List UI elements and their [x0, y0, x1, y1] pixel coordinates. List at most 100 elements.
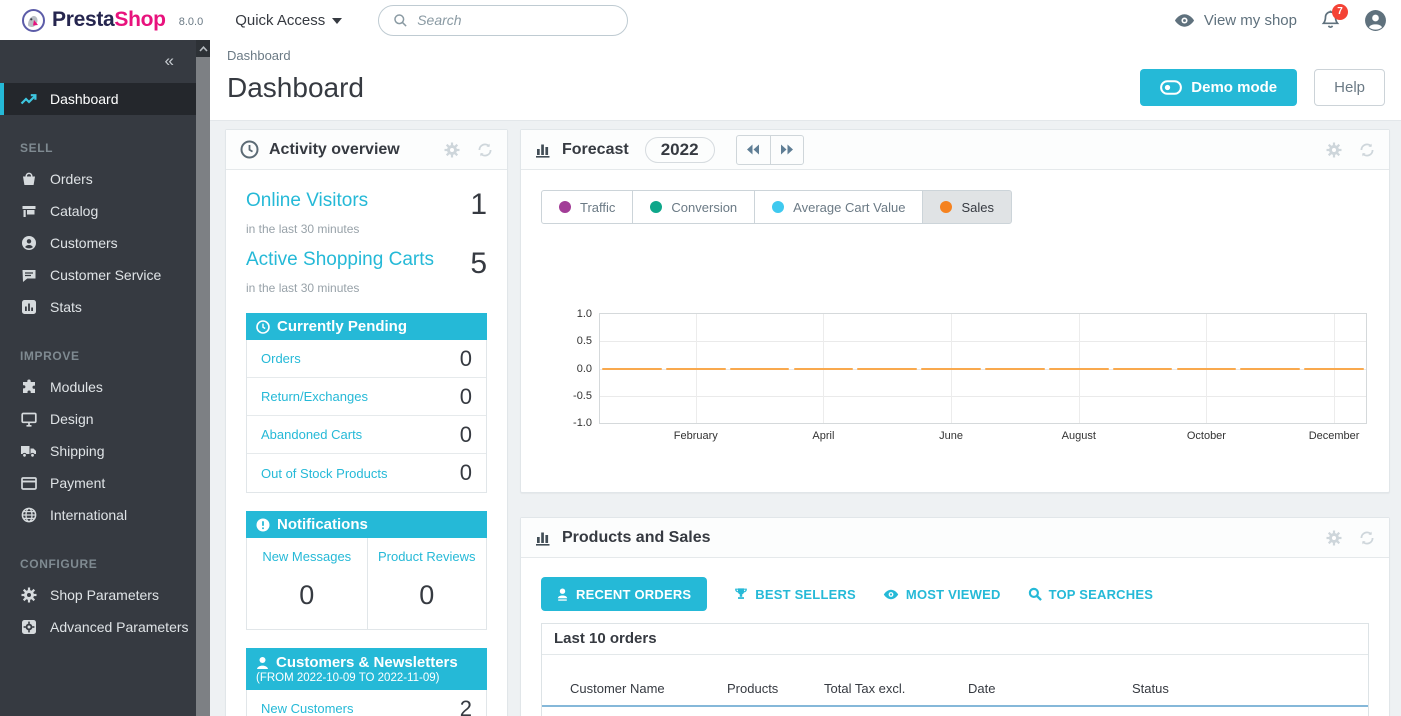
metric-caption: in the last 30 minutes: [246, 222, 487, 236]
cell-label-link[interactable]: Product Reviews: [372, 549, 483, 564]
gear-icon[interactable]: [444, 142, 460, 158]
year-pill: 2022: [645, 137, 715, 163]
series-line-segment: [921, 368, 981, 370]
table-row: [542, 706, 1368, 716]
page-title: Dashboard: [227, 72, 364, 104]
quick-access-menu[interactable]: Quick Access: [235, 12, 342, 29]
prestashop-admin-page: PrestaShop 8.0.0 Quick Access View my sh…: [0, 0, 1401, 716]
next-year-button[interactable]: [770, 136, 803, 164]
sidebar-item-customer-service[interactable]: Customer Service: [0, 259, 196, 291]
sidebar-item-label: Catalog: [50, 203, 98, 219]
gear-icon[interactable]: [1326, 142, 1342, 158]
tab-average-cart-value[interactable]: Average Cart Value: [754, 190, 923, 224]
tab-most-viewed[interactable]: MOST VIEWED: [883, 587, 1001, 602]
refresh-icon[interactable]: [1359, 530, 1375, 546]
sidebar-item-stats[interactable]: Stats: [0, 291, 196, 323]
gear-icon[interactable]: [1326, 530, 1342, 546]
metric-value: 1: [470, 190, 487, 220]
sidebar-section-improve: IMPROVE Modules Design Shipping Payment: [0, 343, 196, 531]
x-axis-tick-label: August: [1062, 430, 1096, 442]
sidebar-item-catalog[interactable]: Catalog: [0, 195, 196, 227]
clock-icon: [256, 320, 270, 334]
sidebar: « Dashboard SELL Orders Catalog: [0, 40, 196, 716]
row-value: 0: [460, 384, 472, 410]
sidebar-item-international[interactable]: International: [0, 499, 196, 531]
section-label: CONFIGURE: [0, 551, 196, 579]
brand[interactable]: PrestaShop 8.0.0: [22, 8, 203, 32]
metric-caption: in the last 30 minutes: [246, 281, 487, 295]
chart-icon: [535, 529, 552, 546]
row-label-link[interactable]: New Customers: [261, 701, 353, 716]
notifications-button[interactable]: 7: [1321, 10, 1340, 31]
forecast-metric-tabs: Traffic Conversion Average Cart Value: [541, 190, 1389, 224]
customers-row-new-customers: New Customers 2: [247, 690, 486, 716]
row-value: 0: [460, 422, 472, 448]
clock-icon: [240, 140, 259, 159]
sidebar-item-design[interactable]: Design: [0, 403, 196, 435]
sidebar-item-shop-parameters[interactable]: Shop Parameters: [0, 579, 196, 611]
column-header-date: Date: [968, 655, 1132, 706]
search-input[interactable]: [417, 12, 613, 28]
table-title: Last 10 orders: [542, 624, 1368, 655]
sidebar-item-shipping[interactable]: Shipping: [0, 435, 196, 467]
globe-icon: [20, 507, 37, 523]
toggle-icon: [1160, 80, 1182, 95]
search-bar: [378, 5, 628, 36]
tab-conversion[interactable]: Conversion: [632, 190, 755, 224]
customers-rows: New Customers 2 New Subscriptions 0: [246, 690, 487, 716]
sidebar-item-modules[interactable]: Modules: [0, 371, 196, 403]
forecast-plot: 1.00.50.0-0.5-1.0FebruaryAprilJuneAugust…: [600, 314, 1366, 423]
series-line-segment: [1113, 368, 1173, 370]
cell-label-link[interactable]: New Messages: [251, 549, 363, 564]
sidebar-item-payment[interactable]: Payment: [0, 467, 196, 499]
sidebar-scrollbar[interactable]: [196, 40, 210, 716]
breadcrumb[interactable]: Dashboard: [227, 48, 1385, 63]
metric-label-link[interactable]: Active Shopping Carts: [246, 249, 434, 271]
tab-traffic[interactable]: Traffic: [541, 190, 633, 224]
sidebar-item-orders[interactable]: Orders: [0, 163, 196, 195]
row-label-link[interactable]: Out of Stock Products: [261, 466, 387, 481]
sidebar-item-label: Shipping: [50, 443, 105, 459]
tab-sales[interactable]: Sales: [922, 190, 1012, 224]
notif-cell-new-messages: New Messages 0: [247, 538, 367, 629]
previous-year-button[interactable]: [737, 136, 770, 164]
last-orders-box: Last 10 orders Customer Name Products To…: [541, 623, 1369, 716]
scrollbar-up-button[interactable]: [196, 40, 210, 57]
sidebar-item-advanced-parameters[interactable]: Advanced Parameters: [0, 611, 196, 643]
view-my-shop-link[interactable]: View my shop: [1174, 12, 1297, 29]
person-icon: [557, 588, 568, 601]
tab-best-sellers[interactable]: BEST SELLERS: [734, 587, 856, 602]
tab-top-searches[interactable]: TOP SEARCHES: [1028, 587, 1154, 602]
year-nav: [736, 135, 804, 165]
sidebar-item-label: Payment: [50, 475, 105, 491]
sidebar-item-customers[interactable]: Customers: [0, 227, 196, 259]
x-axis-tick-label: October: [1187, 430, 1226, 442]
column-header-actions: [1237, 655, 1368, 706]
notifications-cells: New Messages 0 Product Reviews 0: [246, 538, 487, 630]
demo-mode-button[interactable]: Demo mode: [1140, 69, 1297, 106]
chevron-down-icon: [332, 18, 342, 24]
column-header-status: Status: [1132, 655, 1237, 706]
person-circle-icon: [20, 235, 37, 251]
help-button[interactable]: Help: [1314, 69, 1385, 106]
pending-row-orders: Orders 0: [247, 340, 486, 378]
account-menu[interactable]: [1364, 9, 1387, 32]
row-label-link[interactable]: Return/Exchanges: [261, 389, 368, 404]
series-line-segment: [602, 368, 662, 370]
sidebar-collapse-button[interactable]: «: [165, 52, 174, 69]
metric-label-link[interactable]: Online Visitors: [246, 190, 368, 212]
row-label-link[interactable]: Orders: [261, 351, 301, 366]
series-line-segment: [730, 368, 790, 370]
y-axis-tick-label: 1.0: [577, 308, 592, 320]
refresh-icon[interactable]: [477, 142, 493, 158]
row-label-link[interactable]: Abandoned Carts: [261, 427, 362, 442]
panel-title: Products and Sales: [562, 529, 711, 547]
refresh-icon[interactable]: [1359, 142, 1375, 158]
sidebar-item-label: Modules: [50, 379, 103, 395]
metric-value: 5: [470, 249, 487, 279]
sidebar-item-label: Dashboard: [50, 91, 119, 107]
series-line-segment: [985, 368, 1045, 370]
sidebar-item-dashboard[interactable]: Dashboard: [0, 83, 196, 115]
x-axis-tick-label: April: [812, 430, 834, 442]
tab-recent-orders[interactable]: RECENT ORDERS: [541, 577, 707, 611]
